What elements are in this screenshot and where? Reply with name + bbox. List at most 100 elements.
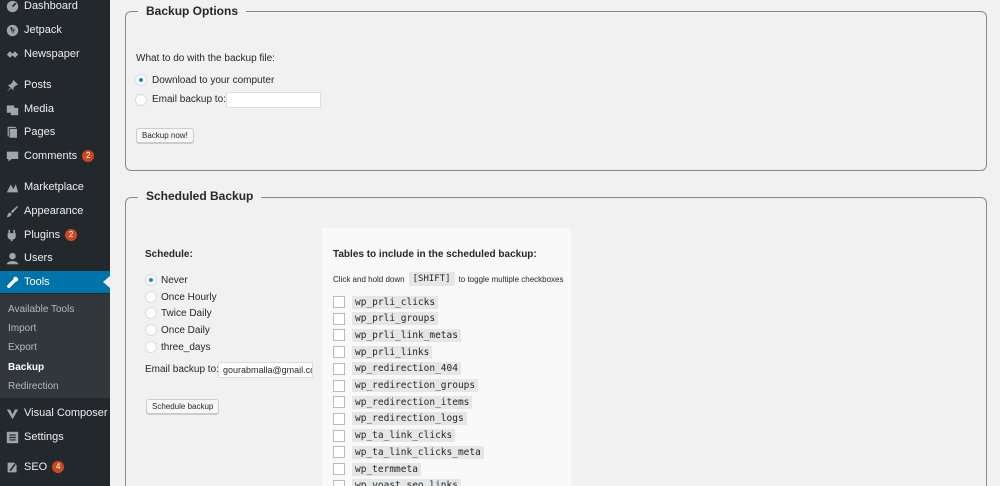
schedule-radio-twice-daily[interactable] — [145, 307, 157, 319]
table-name: wp_yoast_seo_links — [352, 479, 461, 486]
schedule-option-label: Once Daily — [161, 325, 210, 336]
email-radio[interactable] — [135, 94, 147, 106]
sidebar-item-jetpack[interactable]: Jetpack — [0, 19, 110, 41]
sidebar-item-marketplace[interactable]: Marketplace — [0, 176, 110, 198]
download-radio[interactable] — [135, 74, 147, 86]
table-name: wp_prli_links — [352, 345, 433, 359]
sidebar-item-comments[interactable]: Comments 2 — [0, 145, 110, 167]
backup-email-input[interactable] — [226, 92, 321, 108]
media-icon — [5, 102, 19, 116]
pin-icon — [5, 78, 19, 92]
table-checkbox[interactable] — [333, 446, 345, 459]
sidebar-item-label: Users — [24, 252, 53, 264]
user-icon — [5, 251, 19, 265]
plugin-icon — [5, 228, 19, 242]
table-checkbox[interactable] — [333, 429, 345, 442]
submenu-redirection[interactable]: Redirection — [8, 381, 59, 392]
table-row: wp_yoast_seo_links — [333, 479, 461, 486]
tools-submenu: Available Tools Import Export Backup Red… — [0, 294, 110, 398]
table-checkbox[interactable] — [333, 296, 345, 308]
sidebar-item-users[interactable]: Users — [0, 247, 110, 269]
table-checkbox[interactable] — [333, 412, 345, 425]
table-name: wp_termmeta — [352, 462, 421, 476]
table-name: wp_ta_link_clicks_meta — [352, 445, 484, 459]
sidebar-item-dashboard[interactable]: Dashboard — [0, 0, 110, 17]
table-checkbox[interactable] — [333, 346, 345, 359]
table-row: wp_redirection_404 — [333, 362, 461, 376]
schedule-radio-once-daily[interactable] — [145, 324, 157, 336]
count-badge: 2 — [65, 229, 78, 241]
backup-options-legend: Backup Options — [138, 4, 247, 18]
schedule-backup-button[interactable]: Schedule backup — [146, 399, 220, 414]
sidebar-item-label: Appearance — [24, 205, 84, 217]
shift-key: [SHIFT] — [408, 272, 455, 286]
sidebar-item-seo[interactable]: SEO 4 — [0, 456, 110, 478]
count-badge: 4 — [52, 461, 65, 473]
table-checkbox[interactable] — [333, 362, 345, 375]
table-name: wp_redirection_logs — [352, 412, 467, 426]
submenu-export[interactable]: Export — [8, 342, 37, 353]
table-name: wp_prli_link_metas — [352, 328, 461, 342]
table-row: wp_prli_groups — [333, 312, 439, 326]
sidebar-item-label: Tools — [24, 276, 50, 288]
scheduled-email-input[interactable]: gourabmalla@gmail.com — [218, 362, 313, 378]
table-name: wp_redirection_404 — [352, 362, 461, 376]
sidebar-item-visual-composer[interactable]: Visual Composer — [0, 402, 110, 424]
table-checkbox[interactable] — [333, 479, 345, 486]
scheduled-email-label: Email backup to: — [145, 364, 219, 375]
table-checkbox[interactable] — [333, 463, 345, 475]
pages-icon — [5, 125, 19, 139]
schedule-option-label: three_days — [161, 342, 211, 353]
table-name: wp_prli_groups — [352, 312, 439, 326]
brush-icon — [5, 204, 19, 218]
table-name: wp_ta_link_clicks — [352, 429, 456, 443]
sidebar-item-settings[interactable]: Settings — [0, 426, 110, 448]
table-row: wp_ta_link_clicks_meta — [333, 445, 484, 459]
schedule-label: Schedule: — [145, 249, 193, 260]
backup-question-label: What to do with the backup file: — [136, 53, 275, 64]
hint-prefix: Click and hold down — [333, 274, 405, 284]
table-checkbox[interactable] — [333, 379, 345, 392]
table-row: wp_termmeta — [333, 462, 421, 476]
sidebar-item-label: SEO — [24, 461, 48, 473]
sidebar-item-posts[interactable]: Posts — [0, 74, 110, 96]
email-option-label: Email backup to: — [152, 94, 226, 105]
sidebar-item-appearance[interactable]: Appearance — [0, 200, 110, 222]
table-row: wp_ta_link_clicks — [333, 429, 456, 443]
table-name: wp_redirection_items — [352, 395, 473, 409]
table-row: wp_prli_links — [333, 345, 433, 359]
submenu-backup[interactable]: Backup — [8, 362, 44, 373]
sidebar-item-label: Newspaper — [24, 48, 80, 60]
submenu-import[interactable]: Import — [8, 323, 36, 334]
schedule-option-label: Once Hourly — [161, 292, 217, 303]
schedule-radio-three-days[interactable] — [145, 341, 157, 353]
schedule-radio-once-hourly[interactable] — [145, 291, 157, 303]
hint-suffix: to toggle multiple checkboxes — [458, 274, 564, 284]
sidebar-item-tools[interactable]: Tools — [0, 271, 110, 293]
schedule-option-label: Never — [161, 275, 188, 286]
schedule-radio-never[interactable] — [145, 274, 157, 286]
table-row: wp_redirection_items — [333, 395, 473, 409]
sidebar-item-plugins[interactable]: Plugins 2 — [0, 224, 110, 246]
newspaper-icon — [5, 47, 19, 61]
sidebar-item-media[interactable]: Media — [0, 98, 110, 120]
sidebar-item-pages[interactable]: Pages — [0, 121, 110, 143]
tables-heading: Tables to include in the scheduled backu… — [333, 249, 537, 260]
table-checkbox[interactable] — [333, 396, 345, 409]
wrench-icon — [5, 275, 19, 289]
sidebar-item-label: Settings — [24, 431, 64, 443]
table-row: wp_redirection_groups — [333, 379, 479, 393]
submenu-available-tools[interactable]: Available Tools — [8, 304, 74, 315]
backup-options-fieldset — [125, 11, 987, 171]
scheduled-backup-legend: Scheduled Backup — [138, 189, 262, 203]
table-row: wp_redirection_logs — [333, 412, 467, 426]
shift-hint: Click and hold down [SHIFT] to toggle mu… — [333, 272, 564, 286]
table-checkbox[interactable] — [333, 312, 345, 325]
table-name: wp_prli_clicks — [352, 295, 439, 309]
seo-icon — [5, 460, 19, 474]
backup-now-button[interactable]: Backup now! — [136, 128, 194, 143]
table-name: wp_redirection_groups — [352, 379, 479, 392]
sidebar-item-newspaper[interactable]: Newspaper — [0, 43, 110, 65]
table-checkbox[interactable] — [333, 329, 345, 342]
comment-icon — [5, 149, 19, 163]
